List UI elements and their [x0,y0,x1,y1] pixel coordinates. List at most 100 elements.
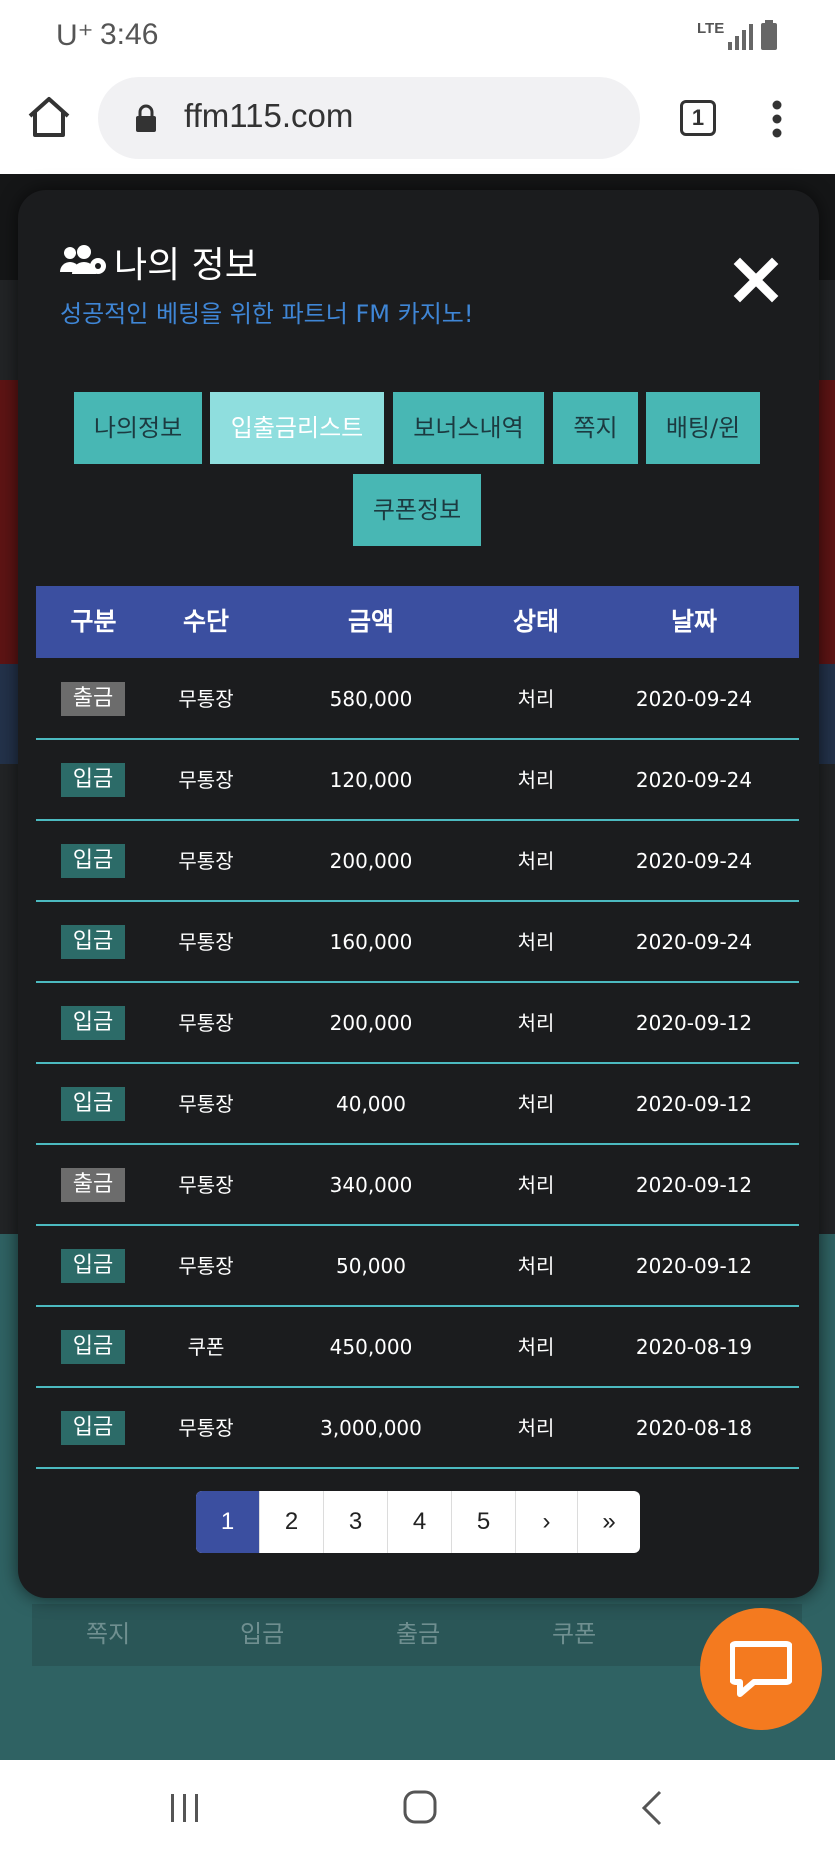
tab-betting-win[interactable]: 배팅/윈 [646,392,760,464]
lock-icon [136,104,156,132]
transaction-amount: 200,000 [329,1011,413,1035]
transaction-status: 처리 [517,849,555,873]
transaction-date: 2020-09-12 [635,1011,753,1035]
table-header: 구분 수단 금액 상태 날짜 [36,586,799,658]
background-nav-item: 쪽지 [86,1620,131,1648]
background-nav-item: 쿠폰 [552,1620,597,1648]
transaction-method: 무통장 [178,1416,234,1440]
table-row: 입금 무통장 120,000 처리 2020-09-24 [36,740,799,821]
transaction-method: 무통장 [178,1092,234,1116]
transaction-type-badge: 입금 [61,1330,125,1364]
tab-coupon-info[interactable]: 쿠폰정보 [353,474,481,546]
page-button-1[interactable]: 1 [196,1491,260,1553]
transaction-status: 처리 [517,1092,555,1116]
transaction-type-badge: 출금 [61,1168,125,1202]
page-button-5[interactable]: 5 [452,1491,516,1553]
home-nav-icon[interactable] [403,1790,437,1824]
status-bar: U⁺ 3:46 LTE [0,0,835,72]
pagination: 1 2 3 4 5 › » [196,1491,640,1553]
transaction-amount: 50,000 [336,1254,406,1278]
browser-toolbar: ffm115.com 1 [0,72,835,174]
table-row: 입금 무통장 200,000 처리 2020-09-24 [36,821,799,902]
page-button-4[interactable]: 4 [388,1491,452,1553]
transaction-method: 무통장 [178,930,234,954]
battery-icon [761,20,777,50]
recent-apps-icon[interactable] [168,1792,202,1824]
page-button-2[interactable]: 2 [260,1491,324,1553]
transaction-date: 2020-09-12 [635,1254,753,1278]
transaction-status: 처리 [517,1173,555,1197]
transaction-type-badge: 출금 [61,682,125,716]
transaction-status: 처리 [517,1416,555,1440]
transaction-method: 무통장 [178,849,234,873]
tab-bonus-history[interactable]: 보너스내역 [393,392,544,464]
table-row: 입금 무통장 160,000 처리 2020-09-24 [36,902,799,983]
signal-icon [728,24,753,50]
transaction-type-badge: 입금 [61,763,125,797]
system-navigation-bar [0,1760,835,1856]
transaction-status: 처리 [517,930,555,954]
transaction-amount: 120,000 [329,768,413,792]
transaction-method: 무통장 [178,1173,234,1197]
transaction-date: 2020-09-24 [635,687,753,711]
tab-messages[interactable]: 쪽지 [553,392,638,464]
column-header-type: 구분 [70,607,117,636]
transaction-type-badge: 입금 [61,1006,125,1040]
table-row: 입금 무통장 200,000 처리 2020-09-12 [36,983,799,1064]
transaction-type-badge: 입금 [61,925,125,959]
page-button-3[interactable]: 3 [324,1491,388,1553]
modal-subtitle: 성공적인 베팅을 위한 파트너 FM 카지노! [60,300,474,328]
transaction-date: 2020-09-12 [635,1092,753,1116]
address-bar[interactable]: ffm115.com [98,77,640,159]
transaction-amount: 3,000,000 [320,1416,422,1440]
overflow-menu-icon[interactable] [772,100,782,138]
table-row: 입금 무통장 3,000,000 처리 2020-08-18 [36,1388,799,1469]
tab-switcher-button[interactable]: 1 [680,100,716,136]
table-row: 입금 무통장 40,000 처리 2020-09-12 [36,1064,799,1145]
transaction-type-badge: 입금 [61,1411,125,1445]
transaction-date: 2020-08-18 [635,1416,753,1440]
transaction-type-badge: 입금 [61,1249,125,1283]
column-header-status: 상태 [512,607,559,636]
transaction-amount: 200,000 [329,849,413,873]
transaction-status: 처리 [517,1011,555,1035]
transaction-type-badge: 입금 [61,844,125,878]
transaction-date: 2020-09-24 [635,768,753,792]
close-icon[interactable] [732,256,780,304]
last-page-button[interactable]: » [578,1491,640,1553]
column-header-date: 날짜 [670,607,717,636]
next-page-button[interactable]: › [516,1491,578,1553]
table-row: 출금 무통장 580,000 처리 2020-09-24 [36,659,799,740]
my-info-modal: 나의 정보 성공적인 베팅을 위한 파트너 FM 카지노! 나의정보 입출금리스… [18,190,819,1598]
transaction-method: 무통장 [178,1011,234,1035]
transaction-date: 2020-09-24 [635,849,753,873]
transaction-status: 처리 [517,1254,555,1278]
users-gear-icon [60,245,106,274]
clock: 3:46 [100,18,159,51]
transaction-method: 무통장 [178,768,234,792]
transaction-date: 2020-09-12 [635,1173,753,1197]
transaction-method: 무통장 [178,1254,234,1278]
transaction-status: 처리 [517,1335,555,1359]
transaction-date: 2020-08-19 [635,1335,753,1359]
tab-my-info[interactable]: 나의정보 [74,392,202,464]
background-nav-item: 입금 [240,1620,285,1648]
back-icon[interactable] [640,1790,664,1826]
live-chat-button[interactable] [700,1608,822,1730]
tab-deposit-withdraw-list[interactable]: 입출금리스트 [210,392,384,464]
transaction-status: 처리 [517,687,555,711]
column-header-amount: 금액 [347,607,394,636]
network-type: LTE [697,20,725,37]
chat-bubble-icon [730,1641,792,1697]
transaction-amount: 450,000 [329,1335,413,1359]
carrier-label: U⁺ [56,19,94,52]
transaction-amount: 580,000 [329,687,413,711]
transaction-status: 처리 [517,768,555,792]
transaction-type-badge: 입금 [61,1087,125,1121]
modal-title: 나의 정보 [114,245,258,286]
transaction-method: 쿠폰 [187,1335,225,1359]
url-text: ffm115.com [184,97,354,134]
transaction-amount: 160,000 [329,930,413,954]
home-icon[interactable] [26,94,72,140]
transaction-amount: 340,000 [329,1173,413,1197]
